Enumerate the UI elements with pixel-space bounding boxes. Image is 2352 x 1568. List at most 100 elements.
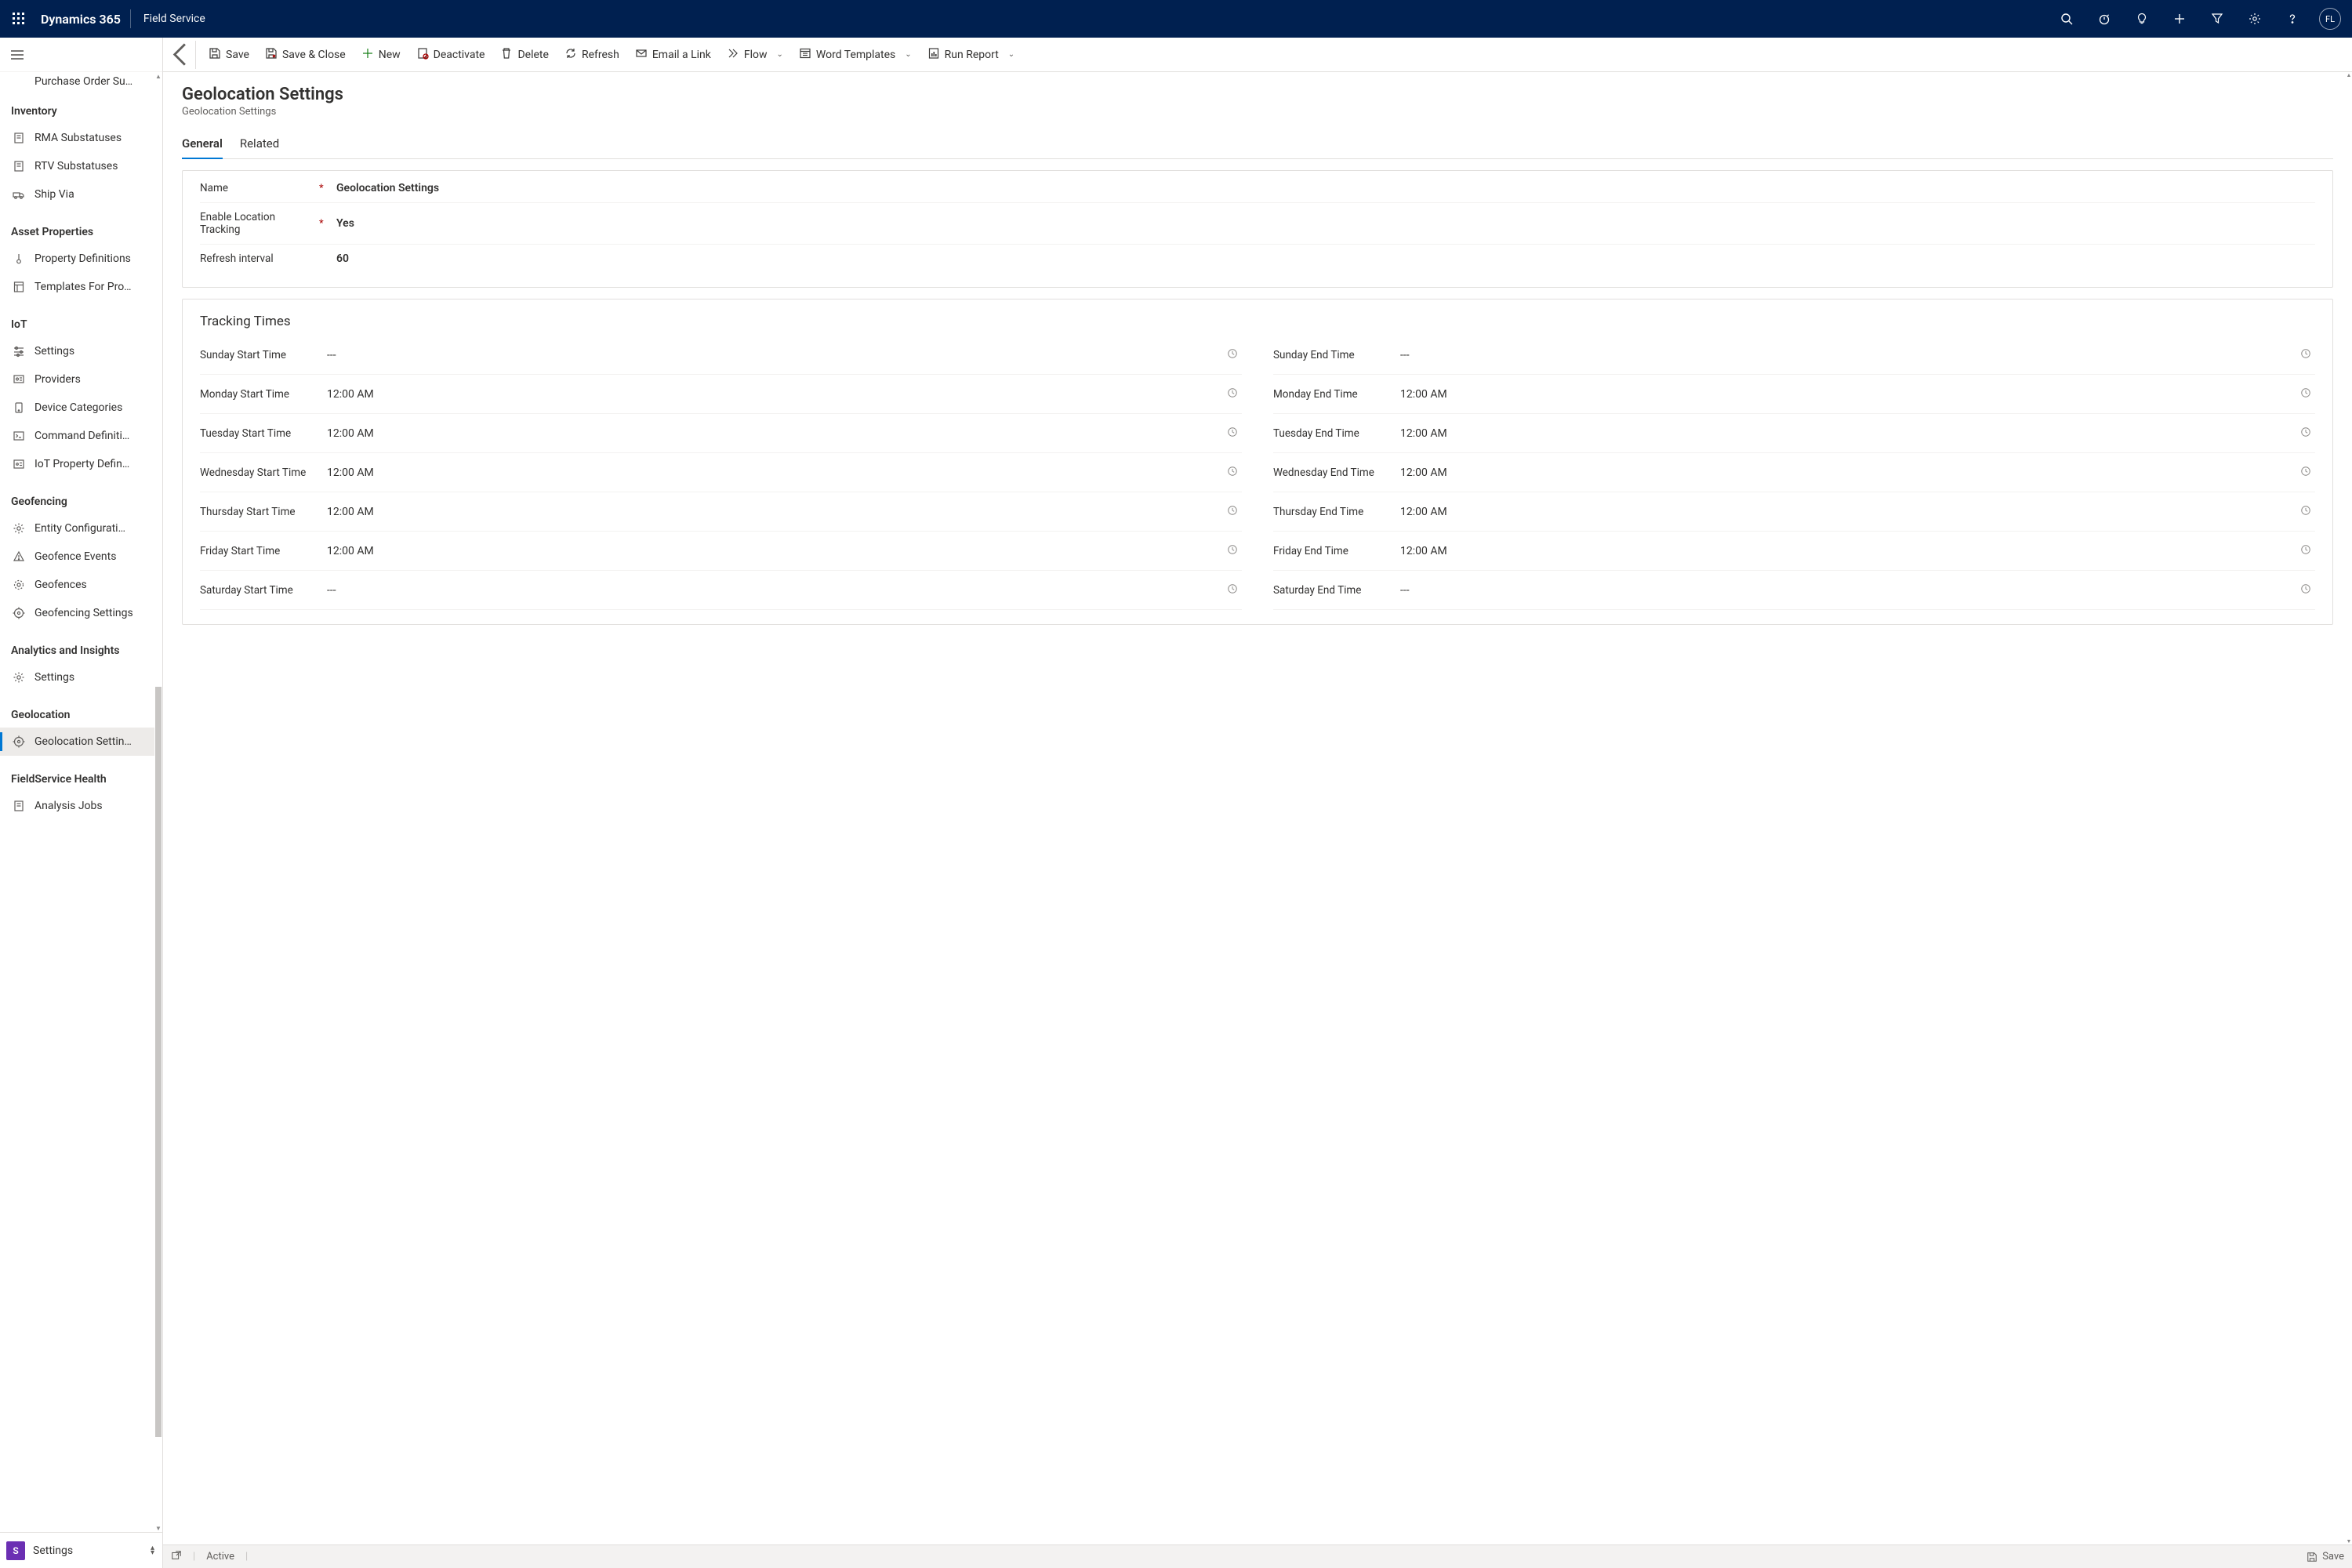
chevron-down-icon: ⌄ xyxy=(905,50,911,59)
time-picker-button[interactable] xyxy=(2296,426,2315,441)
name-field-value[interactable]: Geolocation Settings xyxy=(327,182,2315,194)
run-report-button[interactable]: Run Report⌄ xyxy=(920,41,1023,69)
footer-save-button[interactable]: Save xyxy=(2307,1551,2344,1563)
quick-create-button[interactable] xyxy=(2161,0,2198,38)
sidebar-item[interactable]: IoT Property Defin… xyxy=(0,450,154,478)
time-field-value[interactable]: 12:00 AM xyxy=(1391,466,2296,479)
time-field-value[interactable]: --- xyxy=(318,584,1223,597)
time-picker-button[interactable] xyxy=(1223,426,1242,441)
time-picker-button[interactable] xyxy=(1223,505,1242,519)
footer-save-label: Save xyxy=(2322,1551,2344,1563)
sidebar-item[interactable]: Settings xyxy=(0,663,154,691)
time-picker-button[interactable] xyxy=(1223,466,1242,480)
time-field-value[interactable]: 12:00 AM xyxy=(318,388,1223,401)
start-time-row: Monday Start Time12:00 AM xyxy=(200,375,1242,414)
time-field-label: Sunday End Time xyxy=(1273,349,1391,361)
sidebar-item[interactable]: Geofencing Settings xyxy=(0,599,154,627)
sidebar-item[interactable]: Geofences xyxy=(0,571,154,599)
search-button[interactable] xyxy=(2048,0,2085,38)
sidebar-item[interactable]: Providers xyxy=(0,365,154,394)
sidebar-item[interactable]: Device Categories xyxy=(0,394,154,422)
time-picker-button[interactable] xyxy=(2296,583,2315,597)
save-button[interactable]: Save xyxy=(201,41,257,69)
save-close-button[interactable]: Save & Close xyxy=(257,41,354,69)
time-field-value[interactable]: --- xyxy=(318,349,1223,361)
time-field-value[interactable]: 12:00 AM xyxy=(1391,388,2296,401)
tab-related[interactable]: Related xyxy=(240,130,279,158)
time-picker-button[interactable] xyxy=(2296,466,2315,480)
sidebar-item[interactable]: Command Definiti… xyxy=(0,422,154,450)
sidebar-item[interactable]: RMA Substatuses xyxy=(0,124,154,152)
sidebar-item[interactable]: Templates For Pro… xyxy=(0,273,154,301)
area-label: Settings xyxy=(33,1544,143,1557)
brand-label[interactable]: Dynamics 365 xyxy=(38,12,127,27)
clock-icon xyxy=(1227,348,1238,362)
task-button[interactable] xyxy=(2085,0,2123,38)
time-field-value[interactable]: --- xyxy=(1391,584,2296,597)
sidebar-item[interactable]: Entity Configurati… xyxy=(0,514,154,543)
delete-button[interactable]: Delete xyxy=(492,41,556,69)
sidebar-group-header: Geolocation xyxy=(0,691,154,728)
time-field-value[interactable]: 12:00 AM xyxy=(318,545,1223,557)
email-a-link-button[interactable]: Email a Link xyxy=(627,41,719,69)
sidebar-item-label: RTV Substatuses xyxy=(34,160,118,172)
advanced-filter-button[interactable] xyxy=(2198,0,2236,38)
sidebar-item[interactable]: Property Definitions xyxy=(0,245,154,273)
sidebar-item-clipped[interactable]: Purchase Order Su… xyxy=(0,72,154,88)
time-field-value[interactable]: 12:00 AM xyxy=(1391,545,2296,557)
time-field-value[interactable]: 12:00 AM xyxy=(318,427,1223,440)
deactivate-button[interactable]: Deactivate xyxy=(408,41,493,69)
time-picker-button[interactable] xyxy=(2296,387,2315,401)
sidebar-item[interactable]: Geolocation Settin… xyxy=(0,728,154,756)
content-scrollbar[interactable]: ▲ ▼ xyxy=(2346,72,2352,1544)
time-picker-button[interactable] xyxy=(1223,387,1242,401)
time-picker-button[interactable] xyxy=(1223,348,1242,362)
time-picker-button[interactable] xyxy=(2296,505,2315,519)
time-field-value[interactable]: 12:00 AM xyxy=(1391,427,2296,440)
popout-icon[interactable] xyxy=(171,1550,182,1564)
sidenav-scrollbar[interactable]: ▲ ▼ xyxy=(154,72,162,1532)
deactivate-icon xyxy=(416,47,429,63)
sidenav-collapse-toggle[interactable] xyxy=(0,38,162,72)
time-picker-button[interactable] xyxy=(1223,583,1242,597)
sidebar-item[interactable]: Analysis Jobs xyxy=(0,792,154,820)
time-field-label: Monday Start Time xyxy=(200,388,318,401)
tab-general[interactable]: General xyxy=(182,130,223,158)
time-picker-button[interactable] xyxy=(1223,544,1242,558)
gear-icon xyxy=(2249,13,2261,25)
sidebar-item[interactable]: Geofence Events xyxy=(0,543,154,571)
cmd-label: Word Templates xyxy=(816,49,895,61)
time-field-value[interactable]: 12:00 AM xyxy=(1391,506,2296,518)
app-launcher-waffle[interactable] xyxy=(0,0,38,38)
doc-icon xyxy=(11,158,27,174)
user-avatar[interactable]: FL xyxy=(2319,8,2341,30)
help-button[interactable] xyxy=(2274,0,2311,38)
time-field-value[interactable]: 12:00 AM xyxy=(318,506,1223,518)
sidebar-item[interactable]: Ship Via xyxy=(0,180,154,209)
sidebar-item[interactable]: RTV Substatuses xyxy=(0,152,154,180)
enable-tracking-value[interactable]: Yes xyxy=(327,217,2315,230)
end-time-row: Sunday End Time--- xyxy=(1273,336,2315,375)
time-field-value[interactable]: 12:00 AM xyxy=(318,466,1223,479)
save-icon xyxy=(2307,1552,2318,1563)
time-picker-button[interactable] xyxy=(2296,544,2315,558)
sidebar-item-label: Entity Configurati… xyxy=(34,522,125,535)
new-button[interactable]: New xyxy=(354,41,408,69)
assistant-button[interactable] xyxy=(2123,0,2161,38)
word-templates-button[interactable]: Word Templates ⌄ xyxy=(791,41,920,69)
sidebar-item-label: Settings xyxy=(34,671,74,684)
sidebar-item[interactable]: Settings xyxy=(0,337,154,365)
refresh-button[interactable]: Refresh xyxy=(557,41,627,69)
time-field-value[interactable]: --- xyxy=(1391,349,2296,361)
doc-icon xyxy=(11,130,27,146)
settings-button[interactable] xyxy=(2236,0,2274,38)
refresh-interval-label: Refresh interval xyxy=(200,252,318,265)
area-chevrons-icon: ▴▾ xyxy=(151,1546,154,1555)
cmd-label: Save xyxy=(226,49,249,61)
app-name-label[interactable]: Field Service xyxy=(134,13,215,25)
time-picker-button[interactable] xyxy=(2296,348,2315,362)
back-button[interactable] xyxy=(168,41,196,69)
refresh-interval-value[interactable]: 60 xyxy=(327,252,2315,265)
flow-button[interactable]: Flow⌄ xyxy=(719,41,791,69)
area-switcher[interactable]: S Settings ▴▾ xyxy=(0,1532,162,1568)
